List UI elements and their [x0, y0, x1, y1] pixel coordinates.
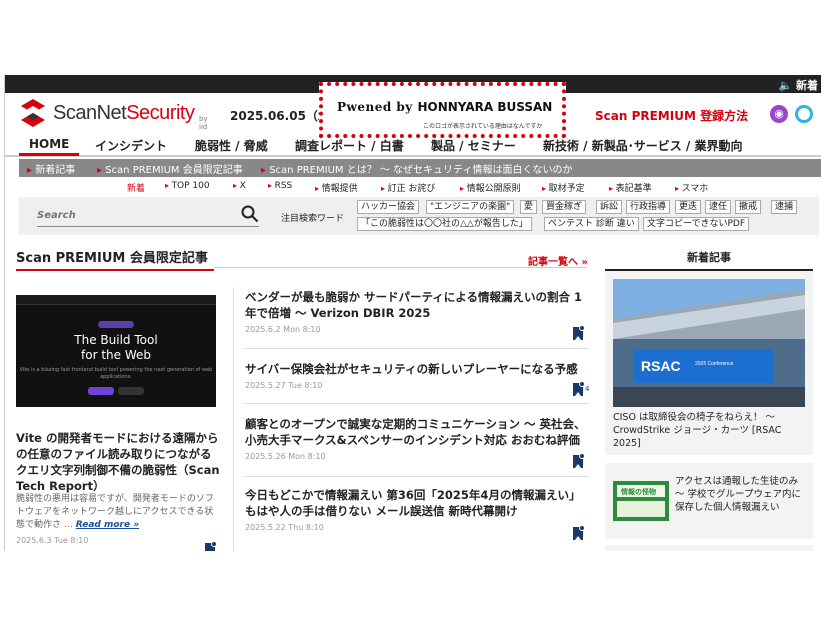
nav-research[interactable]: 調査レポート / 白書: [295, 137, 404, 154]
sidebar-article-title[interactable]: アクセスは通報した生徒のみ ～ 学校でグループウェア内に保存した個人情報漏えい: [675, 475, 809, 514]
search-icon[interactable]: [241, 205, 259, 223]
subnav-rss[interactable]: ▸ RSS: [268, 181, 292, 191]
keyword-tag[interactable]: 撤戒: [735, 200, 762, 214]
article-title[interactable]: サイバー保険会社がセキュリティの新しいプレーヤーになる予感: [245, 361, 589, 377]
bookmark-count: 4: [585, 385, 590, 393]
subnav-new[interactable]: 新着: [127, 181, 145, 194]
alexa-icon[interactable]: [795, 105, 813, 123]
keyword-tag[interactable]: 行政指導: [626, 200, 671, 214]
conference-photo: RSAC 2025 Conference: [613, 279, 805, 407]
keyword-tag[interactable]: 更迭: [675, 200, 702, 214]
subnav-mobile[interactable]: ▸ スマホ: [675, 181, 708, 194]
article-date: 2025.5.22 Thu 8:10: [245, 523, 324, 532]
keyword-tag[interactable]: 買金稼ぎ: [542, 200, 587, 214]
column-divider: [233, 287, 234, 551]
article-title[interactable]: 顧客とのオープンで誠実な定期的コミュニケーション ～ 英社会、小売大手マークス&…: [245, 416, 589, 448]
article-item[interactable]: ベンダーが最も脆弱か サードパーティによる情報漏えいの割合 1 年で倍増 ～ V…: [245, 289, 589, 334]
subnav-schedule[interactable]: ▸ 取材予定: [542, 181, 585, 194]
feature-article-date: 2025.6.3 Tue 8:10: [16, 536, 89, 545]
sidebar-article: [605, 545, 813, 551]
podcast-icon[interactable]: ◉: [770, 105, 788, 123]
feature-article-image[interactable]: The Build Tool for the Web Vite is a blaz…: [16, 295, 216, 407]
article-divider: [245, 348, 589, 349]
logo-mark-icon: [21, 99, 45, 127]
quick-link-new[interactable]: ▸ 新着記事: [27, 161, 75, 176]
screenshot-button: [118, 387, 144, 395]
keyword-tag[interactable]: 「この脆弱性は〇〇社の△△が報告した」: [357, 217, 532, 231]
browser-page: 🔈 新着 ScanNetSecurity by iid 2025.06.05（木…: [4, 75, 821, 551]
screenshot-badge: [98, 321, 134, 328]
screenshot-button: [88, 387, 114, 395]
article-item[interactable]: 顧客とのオープンで誠実な定期的コミュニケーション ～ 英社会、小売大手マークス&…: [245, 416, 589, 461]
article-title[interactable]: 今日もどこかで情報漏えい 第36回「2025年4月の情報漏えい」もはや人の手は借…: [245, 487, 589, 519]
screenshot-desc: Vite is a blazing fast frontend build to…: [19, 367, 213, 380]
article-date: 2025.5.26 Mon 8:10: [245, 452, 326, 461]
article-date: 2025.5.27 Tue 8:10: [245, 381, 323, 390]
main-nav: HOME インシデント 脆弱性 / 脅威 調査レポート / 白書 製品 / セミ…: [5, 135, 821, 157]
bookmark-icon[interactable]: [205, 541, 217, 551]
new-button[interactable]: 🔈 新着: [778, 77, 818, 93]
article-date: 2025.6.2 Mon 8:10: [245, 325, 321, 334]
keyword-tag[interactable]: 愛: [520, 200, 538, 214]
keyword-tag[interactable]: "エンジニアの楽園": [426, 200, 515, 214]
sub-nav: 新着 ▸ TOP 100 ▸ X ▸ RSS ▸ 情報提供 ▸ 訂正 お詫び ▸…: [5, 179, 821, 195]
subnav-notation[interactable]: ▸ 表記基準: [609, 181, 652, 194]
read-more-link[interactable]: Read more »: [76, 520, 139, 530]
sidebar-article-title[interactable]: CISO は取締役会の椅子をねらえ！ ～ CrowdStrike ジョージ・カー…: [613, 411, 809, 450]
article-list-link[interactable]: 記事一覧へ »: [528, 253, 588, 268]
keyword-tag[interactable]: 文字コピーできないPDF: [643, 217, 749, 231]
keyword-tag[interactable]: 逮捕: [771, 200, 798, 214]
bookmark-icon[interactable]: [573, 325, 585, 340]
search-panel: 注目検索ワード ハッカー協会 "エンジニアの楽園" 愛 買金稼ぎ 訴訟 行政指導…: [19, 197, 819, 235]
nav-products[interactable]: 製品 / セミナー: [431, 137, 516, 154]
premium-section-title: Scan PREMIUM 会員限定記事: [16, 247, 214, 271]
ad-subtext: このロゴが表示されている理由はなんですか: [423, 123, 543, 130]
nav-vulnerability[interactable]: 脆弱性 / 脅威: [195, 137, 268, 154]
quick-links-bar: ▸ 新着記事 ▸ Scan PREMIUM 会員限定記事 ▸ Scan PREM…: [19, 159, 821, 177]
logo-text: ScanNetSecurity: [53, 102, 195, 124]
logo-by: by iid: [199, 115, 208, 131]
article-divider: [245, 403, 589, 404]
subnav-correction[interactable]: ▸ 訂正 お詫び: [381, 181, 435, 194]
conference-sign: RSAC: [641, 358, 681, 374]
bookmark-icon[interactable]: [573, 453, 585, 468]
subnav-principles[interactable]: ▸ 情報公開原則: [460, 181, 521, 194]
article-title[interactable]: ベンダーが最も脆弱か サードパーティによる情報漏えいの割合 1 年で倍増 ～ V…: [245, 289, 589, 321]
nav-incident[interactable]: インシデント: [95, 137, 167, 154]
keyword-tag[interactable]: ペンテスト 診断 違い: [544, 217, 639, 231]
keyword-tag[interactable]: 訴訟: [596, 200, 623, 214]
sidebar-article-image[interactable]: RSAC 2025 Conference: [613, 279, 805, 407]
nav-new-tech[interactable]: 新技術 / 新製品･サービス / 業界動向: [543, 137, 742, 154]
ad-banner[interactable]: Pwened by HONNYARA BUSSAN このロゴが表示されている理由…: [319, 82, 566, 138]
subnav-info[interactable]: ▸ 情報提供: [315, 181, 358, 194]
screenshot-title: The Build Tool for the Web: [74, 333, 158, 362]
bookmark-icon[interactable]: [573, 525, 585, 540]
keyword-tag[interactable]: 逮任: [705, 200, 732, 214]
sidebar-title: 新着記事: [605, 249, 813, 271]
quick-link-about[interactable]: ▸ Scan PREMIUM とは？ ～ なぜセキュリティ情報は面白くないのか: [261, 161, 572, 176]
keyword-label: 注目検索ワード: [281, 214, 345, 224]
ad-text: Pwened by HONNYARA BUSSAN: [337, 100, 553, 114]
subnav-top100[interactable]: ▸ TOP 100: [165, 181, 210, 191]
site-logo[interactable]: ScanNetSecurity by iid: [17, 97, 217, 131]
news-thumbnail: 情報の怪物: [613, 481, 669, 521]
quick-link-premium[interactable]: ▸ Scan PREMIUM 会員限定記事: [97, 161, 243, 176]
subnav-x[interactable]: ▸ X: [233, 181, 246, 191]
feature-article-desc: 脆弱性の悪用は容易ですが、開発者モードのソフトウェアをネットワーク越しにアクセス…: [16, 494, 214, 530]
bookmark-icon[interactable]: 4: [573, 381, 589, 396]
sidebar-article[interactable]: RSAC 2025 Conference CISO は取締役会の椅子をねらえ！ …: [605, 271, 813, 455]
thumbnail-text: 情報の怪物: [621, 487, 656, 496]
article-divider: [245, 476, 589, 477]
article-item[interactable]: 今日もどこかで情報漏えい 第36回「2025年4月の情報漏えい」もはや人の手は借…: [245, 487, 589, 532]
search-input[interactable]: [37, 205, 259, 227]
conference-sign-sub: 2025 Conference: [695, 361, 734, 367]
sidebar-article-image[interactable]: 情報の怪物: [613, 481, 669, 521]
premium-register-link[interactable]: Scan PREMIUM 登録方法: [595, 107, 748, 124]
screenshot-top-bar: [16, 295, 216, 305]
feature-article-title[interactable]: Vite の開発者モードにおける遠隔からの任意のファイル読み取りにつながるクエリ…: [16, 430, 220, 494]
article-item[interactable]: サイバー保険会社がセキュリティの新しいプレーヤーになる予感 2025.5.27 …: [245, 361, 589, 390]
nav-home[interactable]: HOME: [19, 137, 80, 156]
keyword-tag[interactable]: ハッカー協会: [357, 200, 420, 214]
sidebar-article[interactable]: 情報の怪物 アクセスは通報した生徒のみ ～ 学校でグループウェア内に保存した個人…: [605, 463, 813, 539]
